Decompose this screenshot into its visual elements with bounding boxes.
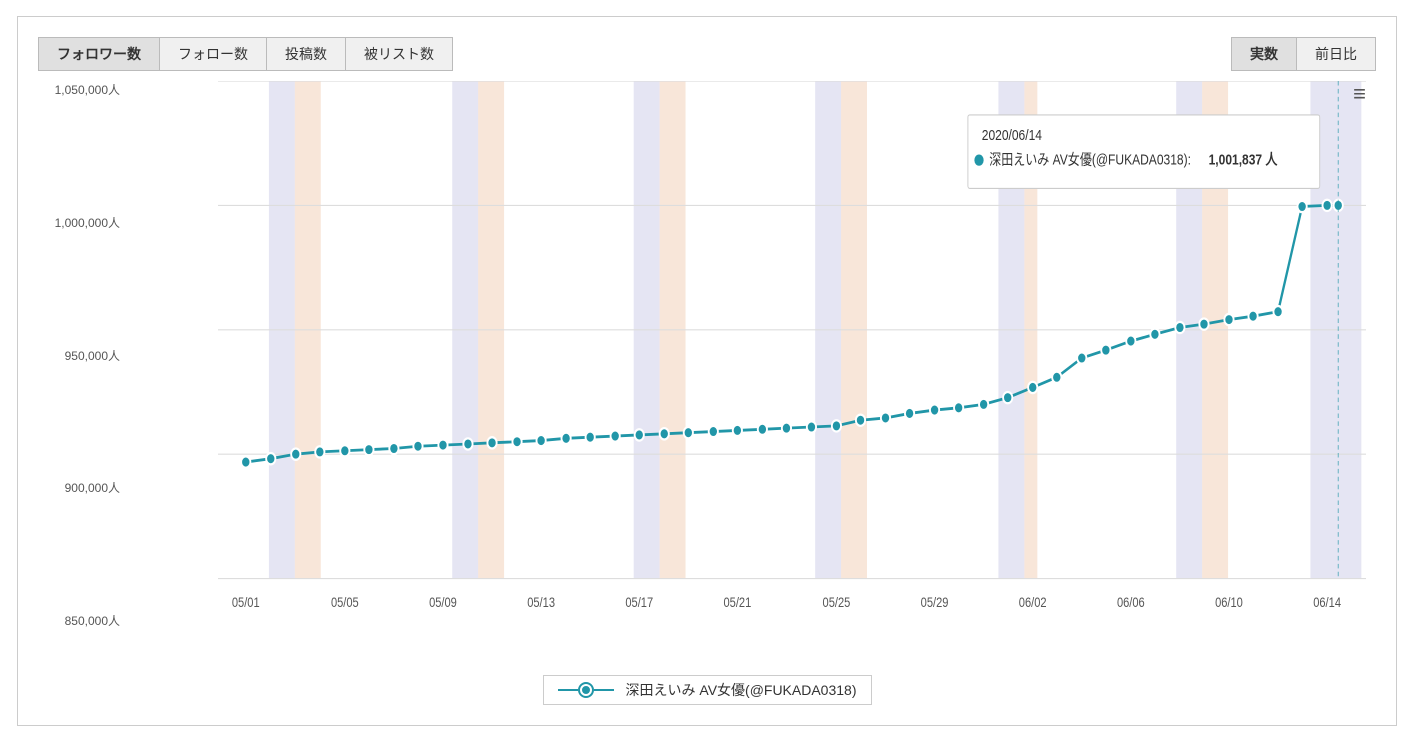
hamburger-icon[interactable]: ≡ — [1353, 81, 1366, 107]
toolbar-left: フォロワー数 フォロー数 投稿数 被リスト数 — [38, 37, 453, 71]
svg-text:05/13: 05/13 — [527, 595, 555, 610]
svg-text:05/29: 05/29 — [921, 595, 949, 610]
y-label-900: 900,000人 — [38, 479, 128, 496]
legend-line-right — [594, 689, 614, 691]
legend-item: 深田えいみ AV女優(@FUKADA0318) — [543, 675, 872, 705]
main-container: フォロワー数 フォロー数 投稿数 被リスト数 実数 前日比 1,050,000人… — [17, 16, 1397, 726]
tab-daily-diff[interactable]: 前日比 — [1296, 37, 1376, 71]
svg-text:05/09: 05/09 — [429, 595, 457, 610]
chart-svg: 2020/06/14 深田えいみ AV女優(@FUKADA0318): 1,00… — [218, 81, 1366, 669]
y-label-850: 850,000人 — [38, 612, 128, 629]
svg-text:05/25: 05/25 — [823, 595, 851, 610]
chart-area: 1,050,000人 1,000,000人 950,000人 900,000人 … — [38, 81, 1376, 705]
y-label-1050: 1,050,000人 — [38, 81, 128, 98]
y-label-950: 950,000人 — [38, 347, 128, 364]
tab-listed[interactable]: 被リスト数 — [345, 37, 453, 71]
tab-posts[interactable]: 投稿数 — [266, 37, 345, 71]
svg-text:05/21: 05/21 — [723, 595, 751, 610]
svg-text:05/17: 05/17 — [625, 595, 653, 610]
legend-area: 深田えいみ AV女優(@FUKADA0318) — [38, 675, 1376, 705]
svg-text:1,001,837 人: 1,001,837 人 — [1209, 152, 1278, 168]
svg-text:06/14: 06/14 — [1313, 595, 1341, 610]
tab-following[interactable]: フォロー数 — [159, 37, 266, 71]
svg-text:05/01: 05/01 — [232, 595, 260, 610]
svg-text:2020/06/14: 2020/06/14 — [982, 127, 1043, 143]
legend-dot — [580, 684, 592, 696]
legend-line — [558, 684, 614, 696]
toolbar: フォロワー数 フォロー数 投稿数 被リスト数 実数 前日比 — [38, 37, 1376, 71]
toolbar-right: 実数 前日比 — [1231, 37, 1376, 71]
svg-text:06/10: 06/10 — [1215, 595, 1243, 610]
svg-text:05/05: 05/05 — [331, 595, 359, 610]
chart-wrap: ≡ — [218, 81, 1366, 669]
svg-text:06/06: 06/06 — [1117, 595, 1145, 610]
legend-line-left — [558, 689, 578, 691]
legend-label: 深田えいみ AV女優(@FUKADA0318) — [626, 680, 857, 700]
svg-text:深田えいみ AV女優(@FUKADA0318):: 深田えいみ AV女優(@FUKADA0318): — [989, 150, 1203, 168]
svg-text:06/02: 06/02 — [1019, 595, 1047, 610]
y-label-1000: 1,000,000人 — [38, 214, 128, 231]
tab-followers[interactable]: フォロワー数 — [38, 37, 159, 71]
tab-actual[interactable]: 実数 — [1231, 37, 1296, 71]
